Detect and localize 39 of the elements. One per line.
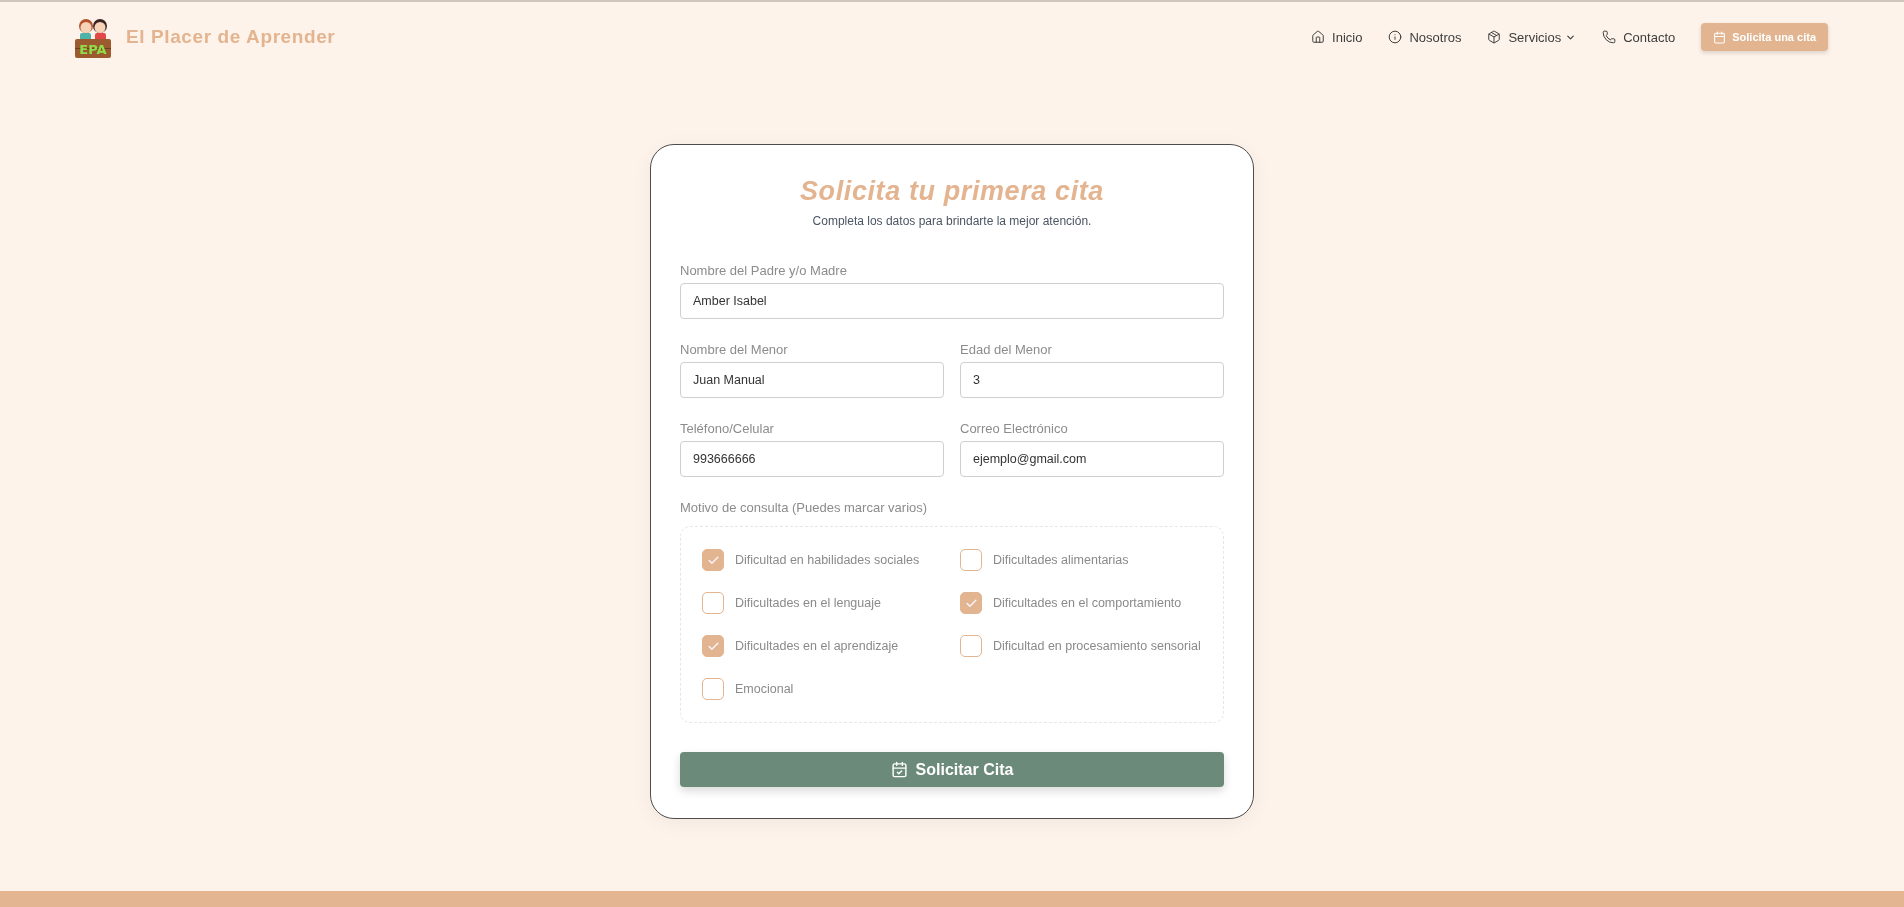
checkbox-label[interactable]: Dificultades alimentarias: [993, 553, 1129, 567]
logo: EPA: [73, 15, 113, 59]
form-subtitle: Completa los datos para brindarte la mejor atención.: [811, 213, 1093, 229]
nav-link[interactable]: Contacto: [1602, 29, 1676, 45]
field-label: Correo Electrónico: [960, 421, 1069, 437]
checkbox[interactable]: [702, 635, 724, 657]
calendar-icon: [1713, 30, 1727, 44]
text-field[interactable]: 993666666: [680, 441, 944, 477]
info-icon: [1388, 30, 1403, 44]
checkbox-label[interactable]: Dificultad en procesamiento sensorial: [993, 639, 1201, 653]
phone-icon: [1602, 30, 1617, 44]
checkbox[interactable]: [960, 549, 982, 571]
field-label: Teléfono/Celular: [680, 421, 775, 437]
checkbox-label[interactable]: Dificultades en el comportamiento: [993, 596, 1182, 610]
nav-link[interactable]: Nosotros: [1388, 29, 1462, 45]
field-label: Motivo de consulta (Puedes marcar varios): [680, 500, 929, 516]
text-field[interactable]: Juan Manual: [680, 362, 944, 398]
text-field[interactable]: 3: [960, 362, 1224, 398]
checkbox[interactable]: [702, 678, 724, 700]
text-field[interactable]: Amber Isabel: [680, 283, 1224, 319]
home-icon: [1311, 30, 1326, 44]
checkbox-label[interactable]: Emocional: [735, 682, 794, 696]
checkbox[interactable]: [960, 635, 982, 657]
field-label: Edad del Menor: [960, 342, 1053, 358]
checkbox-label[interactable]: Dificultad en habilidades sociales: [735, 553, 920, 567]
checkbox-label[interactable]: Dificultades en el lenguaje: [735, 596, 881, 610]
checkbox-label[interactable]: Dificultades en el aprendizaje: [735, 639, 899, 653]
submit-button[interactable]: Solicitar Cita: [680, 752, 1224, 787]
text-field[interactable]: ejemplo@gmail.com: [960, 441, 1224, 477]
field-label: Nombre del Padre y/o Madre: [680, 263, 848, 279]
nav-link[interactable]: Servicios: [1487, 29, 1577, 45]
calendar-check-icon: [890, 761, 908, 778]
field-label: Nombre del Menor: [680, 342, 789, 358]
form-title: Solicita tu primera cita: [799, 175, 1105, 208]
checkbox[interactable]: [702, 549, 724, 571]
checkbox[interactable]: [960, 592, 982, 614]
nav-link[interactable]: Inicio: [1311, 29, 1363, 45]
checkbox[interactable]: [702, 592, 724, 614]
box-icon: [1487, 30, 1502, 44]
